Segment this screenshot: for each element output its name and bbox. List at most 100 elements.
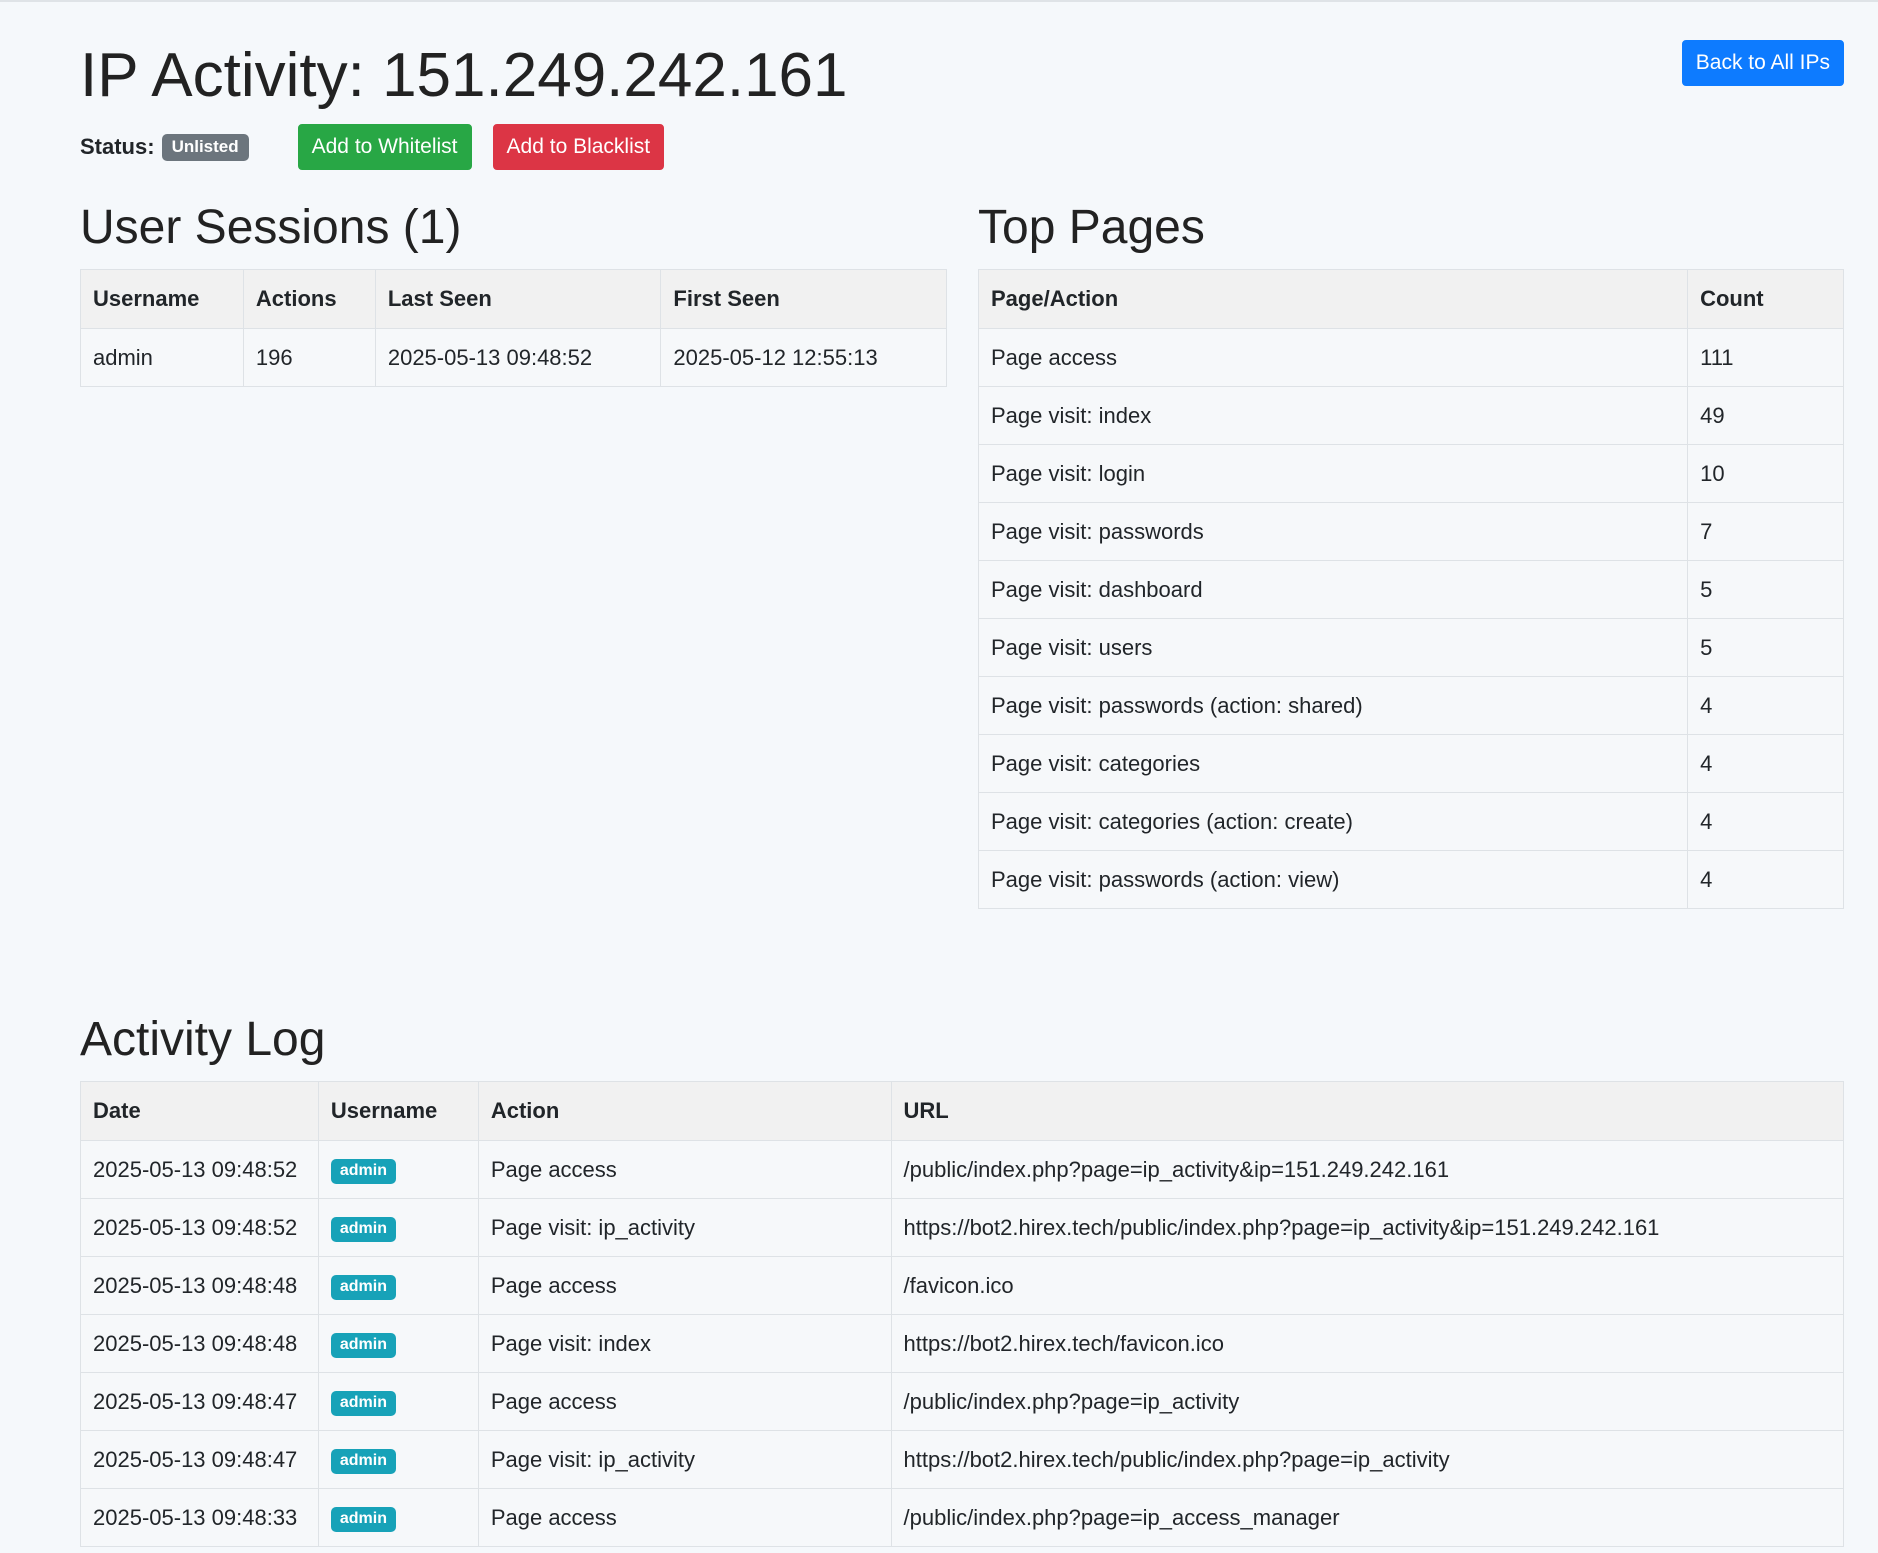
- user-sessions-table: Username Actions Last Seen First Seen ad…: [80, 269, 947, 387]
- activity-log-heading: Activity Log: [80, 1013, 326, 1066]
- count-cell: 5: [1687, 618, 1844, 677]
- log-action: Page access: [477, 1372, 892, 1431]
- log-url: https://bot2.hirex.tech/favicon.ico: [890, 1314, 1845, 1373]
- back-to-all-ips-button[interactable]: Back to All IPs: [1681, 40, 1844, 86]
- username-badge: admin: [330, 1275, 396, 1300]
- top-pages-heading: Top Pages: [978, 201, 1205, 254]
- user-sessions-heading: User Sessions (1): [80, 201, 462, 254]
- column-header: Date: [80, 1081, 319, 1141]
- table-row: 2025-05-13 09:48:52 admin Page access /p…: [80, 1140, 1845, 1199]
- table-row: Page access 111: [977, 328, 1844, 387]
- table-header-row: Date Username Action URL: [80, 1081, 1845, 1141]
- page-action-cell: Page visit: users: [977, 618, 1689, 677]
- status-label: Status:: [80, 134, 155, 159]
- log-action: Page access: [477, 1140, 892, 1199]
- column-header: Username: [80, 269, 244, 329]
- table-row: Page visit: dashboard 5: [977, 560, 1844, 619]
- page-title: IP Activity: 151.249.242.161: [80, 41, 848, 110]
- log-date: 2025-05-13 09:48:47: [80, 1430, 319, 1489]
- count-cell: 4: [1687, 850, 1844, 909]
- log-username: admin: [317, 1140, 479, 1199]
- table-row: Page visit: passwords (action: view) 4: [977, 850, 1844, 909]
- table-row: 2025-05-13 09:48:47 admin Page access /p…: [80, 1372, 1845, 1431]
- table-row: Page visit: passwords 7: [977, 502, 1844, 561]
- log-action: Page access: [477, 1256, 892, 1315]
- username-badge: admin: [330, 1159, 396, 1184]
- table-row: 2025-05-13 09:48:48 admin Page visit: in…: [80, 1314, 1845, 1373]
- page-action-cell: Page visit: categories (action: create): [977, 792, 1689, 851]
- table-row: admin 196 2025-05-13 09:48:52 2025-05-12…: [80, 328, 947, 387]
- log-username: admin: [317, 1314, 479, 1373]
- log-action: Page access: [477, 1488, 892, 1547]
- log-action: Page visit: ip_activity: [477, 1198, 892, 1257]
- page-action-cell: Page visit: passwords (action: shared): [977, 676, 1689, 735]
- log-username: admin: [317, 1488, 479, 1547]
- username-badge: admin: [330, 1333, 396, 1358]
- page-action-cell: Page visit: login: [977, 444, 1689, 503]
- username-badge: admin: [330, 1507, 396, 1532]
- count-cell: 111: [1687, 328, 1844, 387]
- log-username: admin: [317, 1256, 479, 1315]
- log-username: admin: [317, 1198, 479, 1257]
- column-header: Actions: [242, 269, 376, 329]
- log-url: https://bot2.hirex.tech/public/index.php…: [890, 1430, 1845, 1489]
- count-cell: 4: [1687, 676, 1844, 735]
- table-row: Page visit: index 49: [977, 386, 1844, 445]
- table-row: Page visit: users 5: [977, 618, 1844, 677]
- add-to-blacklist-button[interactable]: Add to Blacklist: [492, 124, 665, 170]
- status-row: Status: Unlisted Add to Whitelist Add to…: [80, 124, 665, 170]
- add-to-whitelist-button[interactable]: Add to Whitelist: [297, 124, 472, 170]
- log-date: 2025-05-13 09:48:33: [80, 1488, 319, 1547]
- count-cell: 49: [1687, 386, 1844, 445]
- column-header: URL: [890, 1081, 1845, 1141]
- table-row: Page visit: categories 4: [977, 734, 1844, 793]
- table-header-row: Page/Action Count: [977, 269, 1844, 329]
- log-action: Page visit: index: [477, 1314, 892, 1373]
- log-date: 2025-05-13 09:48:48: [80, 1314, 319, 1373]
- column-header: Last Seen: [374, 269, 662, 329]
- log-date: 2025-05-13 09:48:52: [80, 1140, 319, 1199]
- page-action-cell: Page visit: passwords (action: view): [977, 850, 1689, 909]
- table-row: 2025-05-13 09:48:47 admin Page visit: ip…: [80, 1430, 1845, 1489]
- status-badge: Unlisted: [161, 133, 249, 161]
- table-row: Page visit: login 10: [977, 444, 1844, 503]
- page-action-cell: Page access: [977, 328, 1689, 387]
- table-row: Page visit: passwords (action: shared) 4: [977, 676, 1844, 735]
- username-badge: admin: [330, 1449, 396, 1474]
- session-actions: 196: [242, 328, 376, 387]
- log-username: admin: [317, 1372, 479, 1431]
- count-cell: 4: [1687, 792, 1844, 851]
- count-cell: 10: [1687, 444, 1844, 503]
- log-date: 2025-05-13 09:48:48: [80, 1256, 319, 1315]
- username-badge: admin: [330, 1391, 396, 1416]
- log-url: /public/index.php?page=ip_activity: [890, 1372, 1845, 1431]
- top-pages-table: Page/Action Count Page access 111 Page vi…: [977, 269, 1844, 909]
- table-row: 2025-05-13 09:48:33 admin Page access /p…: [80, 1488, 1845, 1547]
- session-last-seen: 2025-05-13 09:48:52: [374, 328, 662, 387]
- column-header: Page/Action: [977, 269, 1689, 329]
- log-action: Page visit: ip_activity: [477, 1430, 892, 1489]
- log-url: /favicon.ico: [890, 1256, 1845, 1315]
- table-row: 2025-05-13 09:48:48 admin Page access /f…: [80, 1256, 1845, 1315]
- column-header: First Seen: [660, 269, 947, 329]
- page-action-cell: Page visit: passwords: [977, 502, 1689, 561]
- table-row: 2025-05-13 09:48:52 admin Page visit: ip…: [80, 1198, 1845, 1257]
- column-header: Count: [1687, 269, 1844, 329]
- count-cell: 5: [1687, 560, 1844, 619]
- count-cell: 7: [1687, 502, 1844, 561]
- log-date: 2025-05-13 09:48:52: [80, 1198, 319, 1257]
- column-header: Username: [317, 1081, 479, 1141]
- page-action-cell: Page visit: index: [977, 386, 1689, 445]
- log-username: admin: [317, 1430, 479, 1489]
- log-url: /public/index.php?page=ip_access_manager: [890, 1488, 1845, 1547]
- log-date: 2025-05-13 09:48:47: [80, 1372, 319, 1431]
- page-action-cell: Page visit: categories: [977, 734, 1689, 793]
- session-first-seen: 2025-05-12 12:55:13: [660, 328, 947, 387]
- session-username: admin: [80, 328, 244, 387]
- username-badge: admin: [330, 1217, 396, 1242]
- table-row: Page visit: categories (action: create) 4: [977, 792, 1844, 851]
- activity-log-table: Date Username Action URL 2025-05-13 09:4…: [80, 1081, 1845, 1547]
- table-header-row: Username Actions Last Seen First Seen: [80, 269, 947, 329]
- log-url: https://bot2.hirex.tech/public/index.php…: [890, 1198, 1845, 1257]
- count-cell: 4: [1687, 734, 1844, 793]
